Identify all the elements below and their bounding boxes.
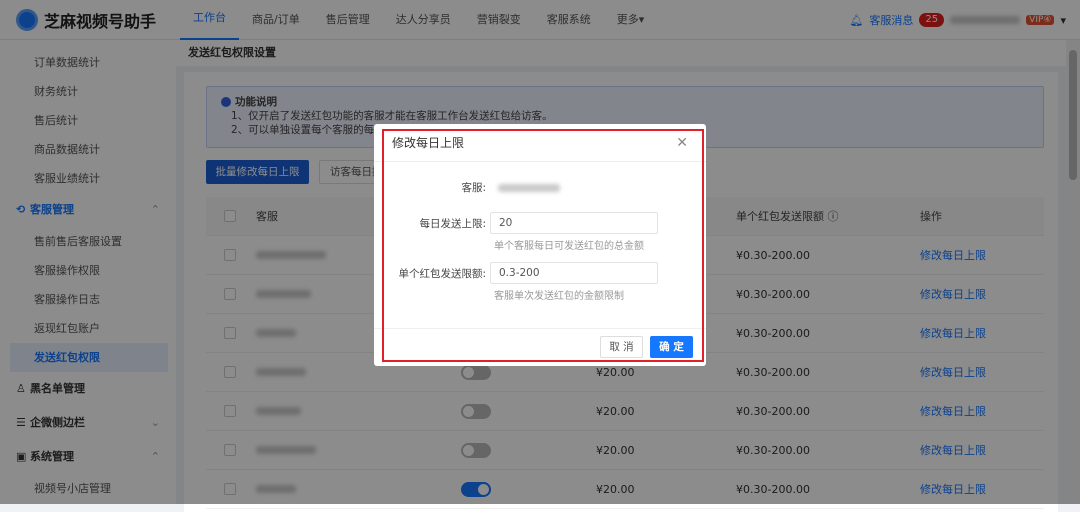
highlight-box: [382, 129, 704, 362]
